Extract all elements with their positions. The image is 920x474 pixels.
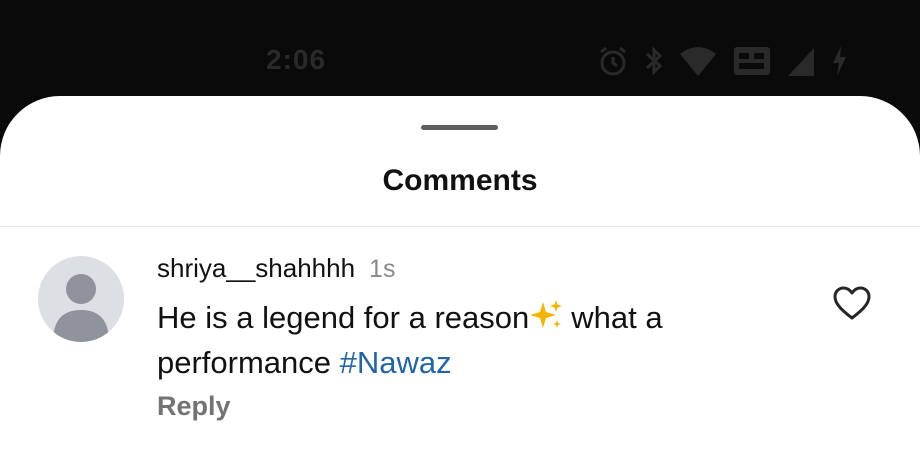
heart-outline-icon <box>833 286 871 320</box>
default-avatar-icon <box>53 274 109 342</box>
comment-text: He is a legend for a reason what a perfo… <box>157 297 777 383</box>
bluetooth-icon <box>644 44 664 78</box>
battery-charging-icon <box>830 44 848 78</box>
avatar[interactable] <box>38 256 124 342</box>
wifi-icon <box>678 44 718 78</box>
like-button[interactable] <box>832 285 872 321</box>
alarm-icon <box>596 44 630 78</box>
status-icons <box>596 44 848 78</box>
comment-meta: shriya__shahhhh 1s <box>157 253 395 284</box>
comment-item: shriya__shahhhh 1s He is a legend for a … <box>0 227 920 474</box>
sparkles-icon <box>529 298 563 342</box>
hashtag-link[interactable]: #Nawaz <box>340 345 452 380</box>
comments-sheet: Comments shriya__shahhhh 1s He is a lege… <box>0 96 920 474</box>
status-time: 2:06 <box>266 44 327 75</box>
status-bar: 2:06 <box>0 0 920 96</box>
drag-handle[interactable] <box>421 125 498 130</box>
signal-icon <box>786 44 816 78</box>
comment-username[interactable]: shriya__shahhhh <box>157 253 355 284</box>
volte-icon <box>732 44 772 78</box>
comment-timestamp: 1s <box>369 255 396 283</box>
comment-text-part1: He is a legend for a reason <box>157 300 530 335</box>
reply-button[interactable]: Reply <box>157 391 231 422</box>
sheet-title: Comments <box>382 164 538 197</box>
